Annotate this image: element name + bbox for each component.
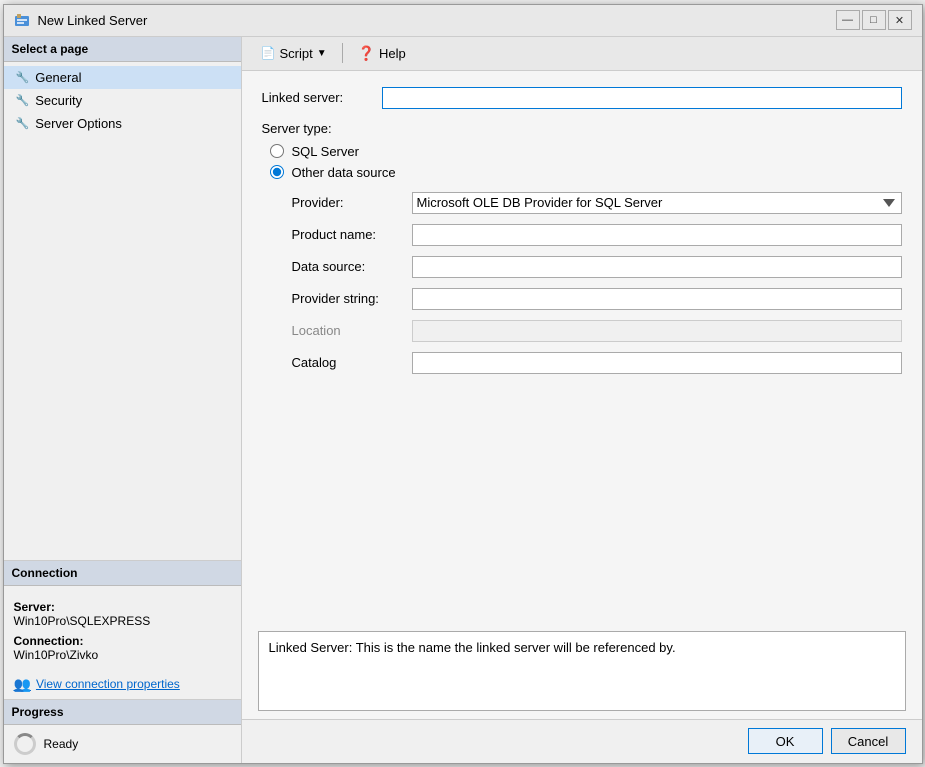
select-page-header: Select a page	[4, 37, 241, 62]
product-name-label: Product name:	[292, 227, 412, 242]
linked-server-label: Linked server:	[262, 90, 382, 105]
server-type-label: Server type:	[262, 121, 902, 136]
sql-server-radio-row[interactable]: SQL Server	[270, 144, 902, 159]
description-text: Linked Server: This is the name the link…	[269, 640, 676, 655]
footer: OK Cancel	[242, 719, 922, 763]
wrench-icon-general: 🔧	[16, 71, 30, 84]
server-label: Server:	[14, 600, 231, 614]
progress-header: Progress	[4, 700, 241, 725]
progress-spinner	[14, 733, 36, 755]
sidebar: Select a page 🔧 General 🔧 Security 🔧 Ser…	[4, 37, 242, 763]
sidebar-item-security[interactable]: 🔧 Security	[4, 89, 241, 112]
progress-status: Ready	[44, 737, 79, 751]
catalog-input[interactable]	[412, 352, 902, 374]
content-area: Linked server: Server type: SQL Server O…	[242, 71, 922, 631]
dialog-body: Select a page 🔧 General 🔧 Security 🔧 Ser…	[4, 37, 922, 763]
provider-string-label: Provider string:	[292, 291, 412, 306]
data-source-label: Data source:	[292, 259, 412, 274]
description-box: Linked Server: This is the name the link…	[258, 631, 906, 711]
title-bar-left: New Linked Server	[14, 12, 148, 28]
script-dropdown-icon: ▼	[317, 48, 327, 59]
sidebar-item-security-label: Security	[35, 93, 82, 108]
sidebar-item-server-options[interactable]: 🔧 Server Options	[4, 112, 241, 135]
connection-info: Server: Win10Pro\SQLEXPRESS Connection: …	[4, 586, 241, 670]
description-container: Linked Server: This is the name the link…	[258, 631, 906, 711]
catalog-label: Catalog	[292, 355, 412, 370]
wrench-icon-security: 🔧	[16, 94, 30, 107]
product-name-row: Product name:	[292, 224, 902, 246]
title-bar: New Linked Server — □ ✕	[4, 5, 922, 37]
catalog-row: Catalog	[292, 352, 902, 374]
data-source-row: Data source:	[292, 256, 902, 278]
sidebar-item-server-options-label: Server Options	[35, 116, 122, 131]
server-value: Win10Pro\SQLEXPRESS	[14, 614, 231, 628]
connection-section: Connection Server: Win10Pro\SQLEXPRESS C…	[4, 560, 241, 699]
cancel-button[interactable]: Cancel	[831, 728, 906, 754]
connection-header: Connection	[4, 561, 241, 586]
toolbar-separator	[342, 43, 343, 63]
data-source-input[interactable]	[412, 256, 902, 278]
sidebar-item-general-label: General	[35, 70, 81, 85]
server-type-radio-group: SQL Server Other data source	[262, 144, 902, 180]
provider-section: Provider: Microsoft OLE DB Provider for …	[262, 192, 902, 374]
main-content: 📄 Script ▼ ❓ Help Linked server:	[242, 37, 922, 763]
server-type-section: Server type: SQL Server Other data sourc…	[262, 121, 902, 180]
title-buttons: — □ ✕	[836, 10, 912, 30]
provider-row: Provider: Microsoft OLE DB Provider for …	[292, 192, 902, 214]
maximize-button[interactable]: □	[862, 10, 886, 30]
provider-label: Provider:	[292, 195, 412, 210]
location-input[interactable]	[412, 320, 902, 342]
help-button[interactable]: ❓ Help	[349, 41, 415, 66]
wrench-icon-server-options: 🔧	[16, 117, 30, 130]
progress-content: Ready	[4, 725, 241, 763]
help-icon: ❓	[358, 45, 375, 62]
linked-server-input[interactable]	[382, 87, 902, 109]
new-linked-server-dialog: New Linked Server — □ ✕ Select a page 🔧 …	[3, 4, 923, 764]
provider-select[interactable]: Microsoft OLE DB Provider for SQL Server…	[412, 192, 902, 214]
progress-section: Progress Ready	[4, 699, 241, 763]
other-data-source-radio[interactable]	[270, 165, 284, 179]
provider-string-input[interactable]	[412, 288, 902, 310]
help-label: Help	[379, 46, 406, 61]
script-button[interactable]: 📄 Script ▼	[252, 42, 336, 65]
sql-server-radio[interactable]	[270, 144, 284, 158]
toolbar: 📄 Script ▼ ❓ Help	[242, 37, 922, 71]
view-connection-properties-link[interactable]: 👥 View connection properties	[4, 670, 241, 699]
script-icon: 📄	[261, 46, 276, 60]
script-label: Script	[279, 46, 312, 61]
location-label: Location	[292, 323, 412, 338]
window-title: New Linked Server	[38, 13, 148, 28]
ok-button[interactable]: OK	[748, 728, 823, 754]
connection-props-icon: 👥	[14, 676, 31, 693]
minimize-button[interactable]: —	[836, 10, 860, 30]
connection-value: Win10Pro\Zivko	[14, 648, 231, 662]
linked-server-row: Linked server:	[262, 87, 902, 109]
provider-string-row: Provider string:	[292, 288, 902, 310]
other-data-source-radio-row[interactable]: Other data source	[270, 165, 902, 180]
other-data-source-radio-label: Other data source	[292, 165, 396, 180]
window-icon	[14, 12, 30, 28]
view-props-label: View connection properties	[36, 677, 180, 691]
sidebar-items: 🔧 General 🔧 Security 🔧 Server Options	[4, 62, 241, 560]
sql-server-radio-label: SQL Server	[292, 144, 359, 159]
close-button[interactable]: ✕	[888, 10, 912, 30]
product-name-input[interactable]	[412, 224, 902, 246]
location-row: Location	[292, 320, 902, 342]
sidebar-item-general[interactable]: 🔧 General	[4, 66, 241, 89]
connection-label: Connection:	[14, 634, 231, 648]
